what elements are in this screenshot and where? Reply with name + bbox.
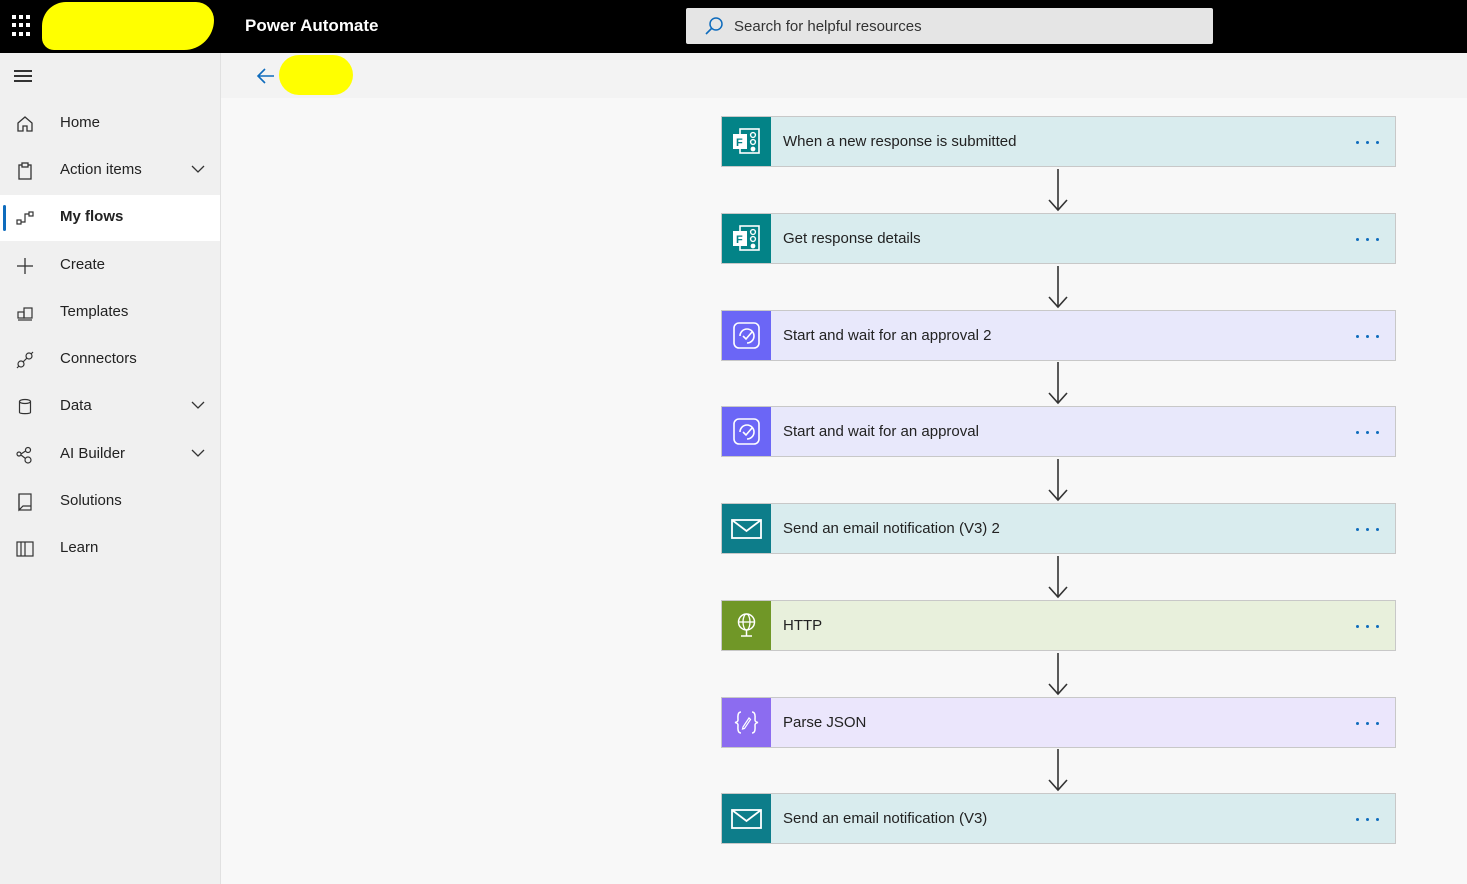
clipboard-icon xyxy=(18,162,32,180)
flow-step-card[interactable]: Parse JSON xyxy=(721,697,1396,748)
more-options-icon[interactable] xyxy=(1355,613,1383,637)
approval-icon xyxy=(733,322,760,349)
forms-icon: F xyxy=(733,225,760,251)
connector-icon-box xyxy=(722,698,771,747)
redacted-flow-name xyxy=(279,55,353,95)
sidebar-item-home[interactable]: Home xyxy=(0,101,220,147)
approval-icon xyxy=(733,418,760,445)
hamburger-menu-icon[interactable] xyxy=(14,70,34,86)
step-title: Start and wait for an approval xyxy=(783,423,979,440)
sidebar-item-action-items[interactable]: Action items xyxy=(0,148,220,194)
mail-icon xyxy=(731,809,762,829)
sidebar-item-label: My flows xyxy=(60,208,124,225)
connector-icon-box xyxy=(722,407,771,456)
top-bar: Power Automate xyxy=(0,0,1467,53)
sidebar-item-ai-builder[interactable]: AI Builder xyxy=(0,432,220,478)
connector-icon-box xyxy=(722,794,771,843)
app-launcher-icon[interactable] xyxy=(12,15,34,37)
connector-arrow xyxy=(1048,169,1068,212)
flow-step-card[interactable]: F Get response details xyxy=(721,213,1396,264)
sidebar-item-label: Learn xyxy=(60,539,99,556)
sidebar-item-data[interactable]: Data xyxy=(0,384,220,430)
sidebar-item-create[interactable]: Create xyxy=(0,243,220,289)
search-input[interactable] xyxy=(734,8,1194,44)
sidebar-item-label: Action items xyxy=(60,161,142,178)
globe-icon xyxy=(737,613,756,637)
step-title: Parse JSON xyxy=(783,714,867,731)
sidebar-item-label: Create xyxy=(60,256,106,273)
sidebar-item-label: Templates xyxy=(60,303,129,320)
command-bar xyxy=(221,53,1467,98)
ai-builder-icon xyxy=(16,446,32,464)
solutions-icon xyxy=(18,493,32,512)
more-options-icon[interactable] xyxy=(1355,419,1383,443)
app-title[interactable]: Power Automate xyxy=(245,16,379,36)
sidebar-item-templates[interactable]: Templates xyxy=(0,290,220,336)
flow-step-card[interactable]: F When a new response is submitted xyxy=(721,116,1396,167)
sidebar-item-label: Connectors xyxy=(60,350,137,367)
braces-icon xyxy=(734,711,759,734)
chevron-down-icon[interactable] xyxy=(190,399,206,411)
sidebar-item-my-flows[interactable]: My flows xyxy=(0,195,220,241)
more-options-icon[interactable] xyxy=(1355,226,1383,250)
search-icon xyxy=(705,17,723,35)
book-icon xyxy=(16,541,34,557)
database-icon xyxy=(18,398,32,415)
left-nav: Home Action items My flows Create Templa… xyxy=(0,53,221,884)
home-icon xyxy=(17,116,33,132)
connector-icon-box xyxy=(722,311,771,360)
mail-icon xyxy=(731,519,762,539)
connector-arrow xyxy=(1048,459,1068,502)
connector-arrow xyxy=(1048,749,1068,792)
flow-step-card[interactable]: Start and wait for an approval xyxy=(721,406,1396,457)
chevron-down-icon[interactable] xyxy=(190,447,206,459)
sidebar-item-label: Home xyxy=(60,114,101,131)
more-options-icon[interactable] xyxy=(1355,323,1383,347)
step-title: Send an email notification (V3) 2 xyxy=(783,520,1000,537)
step-title: Get response details xyxy=(783,230,921,247)
connector-icon-box xyxy=(722,504,771,553)
sidebar-item-solutions[interactable]: Solutions xyxy=(0,479,220,525)
flow-step-card[interactable]: Send an email notification (V3) xyxy=(721,793,1396,844)
svg-text:F: F xyxy=(736,234,743,246)
more-options-icon[interactable] xyxy=(1355,516,1383,540)
templates-icon xyxy=(17,307,33,321)
sidebar-item-label: Solutions xyxy=(60,492,122,509)
step-title: HTTP xyxy=(783,617,823,634)
redacted-tenant-logo xyxy=(42,2,214,50)
flow-step-card[interactable]: Start and wait for an approval 2 xyxy=(721,310,1396,361)
connector-icon-box xyxy=(722,601,771,650)
search-box[interactable] xyxy=(686,8,1213,44)
forms-icon: F xyxy=(733,128,760,154)
connector-arrow xyxy=(1048,266,1068,309)
plug-icon xyxy=(16,351,34,369)
connector-arrow xyxy=(1048,362,1068,405)
sidebar-item-connectors[interactable]: Connectors xyxy=(0,337,220,383)
sidebar-item-learn[interactable]: Learn xyxy=(0,526,220,572)
flow-step-card[interactable]: Send an email notification (V3) 2 xyxy=(721,503,1396,554)
more-options-icon[interactable] xyxy=(1355,129,1383,153)
more-options-icon[interactable] xyxy=(1355,806,1383,830)
back-arrow-icon[interactable] xyxy=(255,65,277,87)
plus-icon xyxy=(17,258,33,274)
svg-text:F: F xyxy=(736,137,743,149)
step-title: Start and wait for an approval 2 xyxy=(783,327,992,344)
sidebar-item-label: Data xyxy=(60,397,92,414)
step-title: Send an email notification (V3) xyxy=(783,810,988,827)
step-title: When a new response is submitted xyxy=(783,133,1017,150)
flows-icon xyxy=(16,211,34,225)
more-options-icon[interactable] xyxy=(1355,710,1383,734)
connector-arrow xyxy=(1048,556,1068,599)
sidebar-item-label: AI Builder xyxy=(60,445,126,462)
connector-icon-box: F xyxy=(722,214,771,263)
chevron-down-icon[interactable] xyxy=(190,163,206,175)
connector-icon-box: F xyxy=(722,117,771,166)
connector-arrow xyxy=(1048,653,1068,696)
flow-step-card[interactable]: HTTP xyxy=(721,600,1396,651)
